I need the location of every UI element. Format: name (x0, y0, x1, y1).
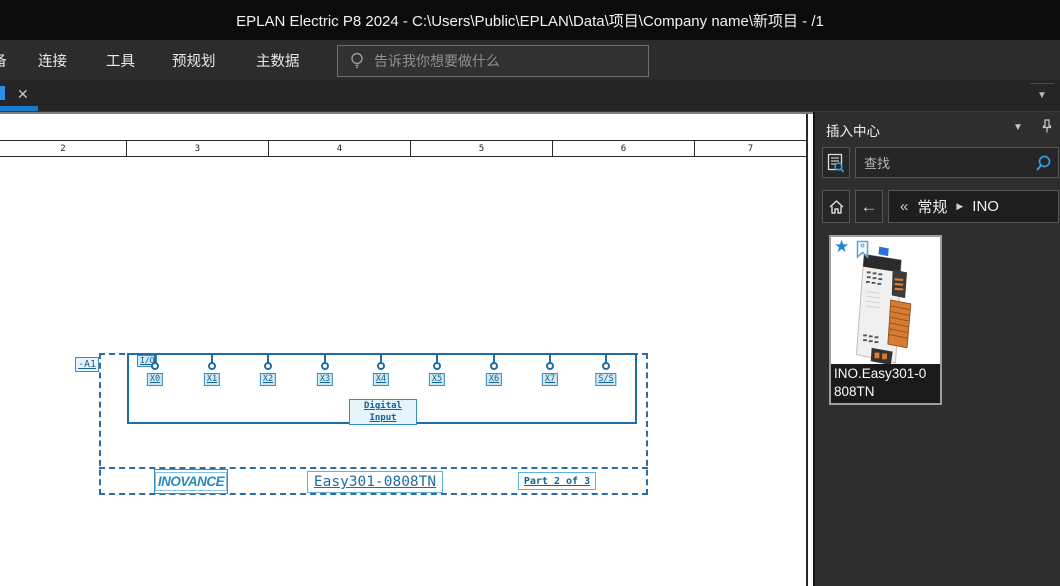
canvas-top-border (0, 112, 813, 114)
column-ruler: 234567 (0, 140, 806, 157)
ribbon-search-placeholder: 告诉我你想要做什么 (374, 51, 500, 71)
ruler-column-7: 7 (695, 141, 806, 156)
function-label[interactable]: Digital Input (349, 399, 417, 425)
back-button[interactable]: ← (855, 190, 883, 223)
breadcrumb-separator-icon: ▶ (956, 201, 963, 212)
breadcrumb-collapse-icon[interactable]: « (900, 198, 908, 215)
pin-label[interactable]: S/S (595, 373, 616, 386)
menu-item-2[interactable]: 工具 (106, 40, 135, 80)
device-list-view-button[interactable] (822, 147, 850, 178)
menu-item-4[interactable]: 主数据 (256, 40, 300, 80)
pin-icon[interactable] (1041, 118, 1053, 139)
menu-item-1[interactable]: 连接 (38, 40, 67, 80)
bookmark-icon[interactable] (855, 240, 870, 264)
part-count-label[interactable]: Part 2 of 3 (518, 472, 596, 490)
device-card-label-line2: 808TN (834, 383, 940, 401)
panel-title: 插入中心 (826, 120, 880, 140)
pin-label[interactable]: X7 (542, 373, 558, 386)
pin-label[interactable]: X3 (317, 373, 333, 386)
pin-circle-icon (321, 362, 329, 370)
insert-center-search-input[interactable]: 查找 (855, 147, 1059, 178)
device-card[interactable]: ★ INO.Easy301-0 808TN (829, 235, 942, 405)
ribbon-menu-bar: 设备连接工具预规划主数据 告诉我你想要做什么 (0, 40, 1060, 81)
menu-item-0[interactable]: 设备 (0, 40, 7, 80)
pin-circle-icon (602, 362, 610, 370)
search-icon[interactable] (1034, 154, 1052, 172)
tab-close-icon[interactable]: ✕ (17, 84, 29, 104)
ribbon-search-box[interactable]: 告诉我你想要做什么 (337, 45, 649, 77)
pin-circle-icon (546, 362, 554, 370)
device-card-label: INO.Easy301-0 808TN (831, 364, 940, 403)
title-bar: EPLAN Electric P8 2024 - C:\Users\Public… (0, 0, 1060, 40)
drawing-canvas[interactable]: 234567 -A1 I/O X0X1X2X3X4X5X6X7S/S Digit… (0, 112, 813, 586)
sheet-right-border (806, 114, 808, 586)
lightbulb-icon (350, 52, 364, 70)
ruler-column-6: 6 (553, 141, 695, 156)
brand-logo-box[interactable]: INOVANCE (154, 469, 228, 494)
pin-label[interactable]: X4 (373, 373, 389, 386)
brand-logo-text: INOVANCE (155, 472, 227, 491)
home-button[interactable] (822, 190, 850, 223)
pin-circle-icon (433, 362, 441, 370)
list-search-icon (827, 153, 845, 173)
home-icon (828, 199, 845, 215)
pin-circle-icon (490, 362, 498, 370)
pin-circle-icon (264, 362, 272, 370)
ruler-column-4: 4 (269, 141, 411, 156)
device-photo (831, 239, 940, 367)
panel-header: 插入中心 ▼ (815, 112, 1060, 146)
document-tab-bar: ✕ ▼ (0, 80, 1060, 112)
active-tab-indicator (0, 106, 38, 111)
breadcrumb-current[interactable]: INO (972, 198, 999, 215)
window-title: EPLAN Electric P8 2024 - C:\Users\Public… (236, 10, 824, 31)
pin-label[interactable]: X2 (260, 373, 276, 386)
page-tab-icon[interactable] (0, 86, 5, 100)
model-label[interactable]: Easy301-0808TN (307, 471, 443, 493)
device-card-label-line1: INO.Easy301-0 (834, 365, 940, 383)
breadcrumb-root[interactable]: 常规 (917, 196, 947, 217)
favorite-star-icon[interactable]: ★ (834, 237, 849, 257)
tab-list-dropdown-icon[interactable]: ▼ (1030, 83, 1054, 106)
pin-circle-icon (377, 362, 385, 370)
device-tag-label[interactable]: -A1 (75, 357, 99, 372)
pin-label[interactable]: X0 (147, 373, 163, 386)
ruler-column-2: 2 (0, 141, 127, 156)
ruler-column-5: 5 (411, 141, 553, 156)
insert-center-panel: 插入中心 ▼ 查找 (813, 112, 1060, 586)
menu-item-3[interactable]: 预规划 (172, 40, 216, 80)
back-arrow-icon: ← (861, 197, 878, 217)
pin-label[interactable]: X5 (429, 373, 445, 386)
pin-label[interactable]: X1 (204, 373, 220, 386)
pin-label[interactable]: X6 (486, 373, 502, 386)
search-placeholder: 查找 (864, 153, 1034, 172)
breadcrumb[interactable]: « 常规 ▶ INO (888, 190, 1059, 223)
panel-dropdown-icon[interactable]: ▼ (1013, 122, 1023, 133)
pin-circle-icon (208, 362, 216, 370)
ruler-column-3: 3 (127, 141, 269, 156)
pin-circle-icon (151, 362, 159, 370)
